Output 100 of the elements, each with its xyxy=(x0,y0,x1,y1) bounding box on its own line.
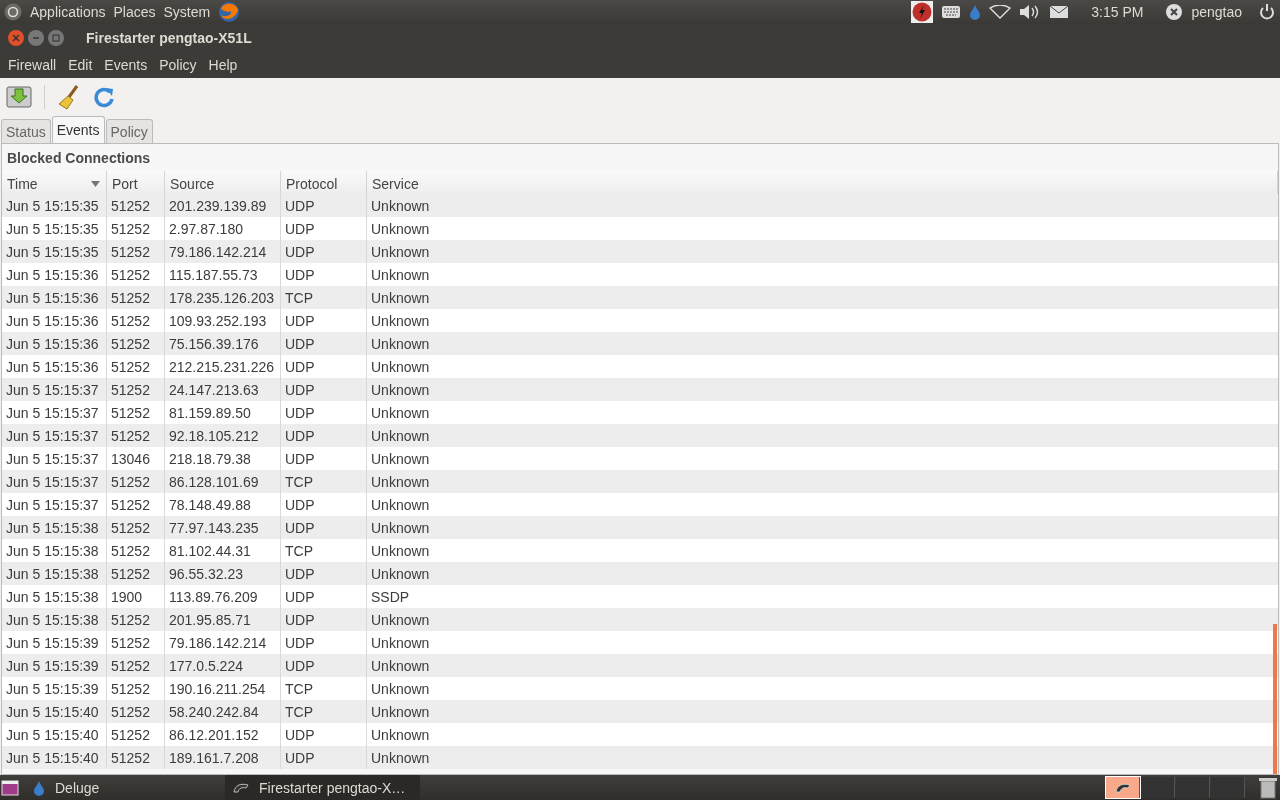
column-header[interactable]: Protocol xyxy=(281,171,367,197)
scrollbar-thumb[interactable] xyxy=(1273,624,1277,774)
table-cell: 78.148.49.88 xyxy=(165,493,281,516)
table-cell: UDP xyxy=(281,447,367,470)
power-icon[interactable] xyxy=(1258,3,1276,21)
table-cell: Jun 5 15:15:38 xyxy=(2,562,107,585)
table-cell: 58.240.242.84 xyxy=(165,700,281,723)
table-cell: 201.239.139.89 xyxy=(165,194,281,217)
table-cell: Jun 5 15:15:36 xyxy=(2,263,107,286)
column-header[interactable]: Service xyxy=(367,171,1278,197)
table-cell: 51252 xyxy=(107,608,165,631)
wifi-icon[interactable] xyxy=(989,5,1012,19)
table-cell: Jun 5 15:15:37 xyxy=(2,447,107,470)
minimize-button[interactable] xyxy=(28,30,44,46)
firestarter-icon xyxy=(233,781,249,794)
table-cell: Jun 5 15:15:37 xyxy=(2,424,107,447)
column-header[interactable]: Source xyxy=(165,171,281,197)
show-desktop-icon[interactable] xyxy=(1,778,19,797)
broom-button[interactable] xyxy=(57,84,81,110)
section-title: Blocked Connections xyxy=(6,148,152,168)
table-cell: 51252 xyxy=(107,470,165,493)
table-cell: 51252 xyxy=(107,217,165,240)
table-cell: Jun 5 15:15:39 xyxy=(2,677,107,700)
panel-menu[interactable]: System xyxy=(163,4,211,20)
table-cell: 51252 xyxy=(107,723,165,746)
table-cell: UDP xyxy=(281,493,367,516)
trash-icon[interactable] xyxy=(1258,776,1278,799)
ubuntu-logo-icon[interactable] xyxy=(4,3,22,21)
table-cell: 201.95.85.71 xyxy=(165,608,281,631)
table-cell: Unknown xyxy=(367,631,1278,654)
menu-item[interactable]: Edit xyxy=(62,57,99,73)
table-cell: Jun 5 15:15:37 xyxy=(2,401,107,424)
menu-item[interactable]: Help xyxy=(202,57,244,73)
column-header[interactable]: Time xyxy=(2,171,107,197)
table-cell: 51252 xyxy=(107,401,165,424)
taskbar-button[interactable]: Deluge xyxy=(25,775,225,800)
maximize-button[interactable] xyxy=(48,30,64,46)
status-x-icon[interactable] xyxy=(1165,3,1184,21)
panel-menu[interactable]: Applications xyxy=(30,4,106,20)
table-cell: 178.235.126.203 xyxy=(165,286,281,309)
window-thumbnail-icon xyxy=(1114,781,1131,794)
table-cell: 190.16.211.254 xyxy=(165,677,281,700)
taskbar-button[interactable]: Firestarter pengtao-X… xyxy=(225,775,420,800)
table-cell: Jun 5 15:15:38 xyxy=(2,585,107,608)
table-cell: 51252 xyxy=(107,700,165,723)
table-cell: Jun 5 15:15:40 xyxy=(2,700,107,723)
table-cell: 51252 xyxy=(107,493,165,516)
table-cell: Jun 5 15:15:40 xyxy=(2,746,107,769)
table-cell: UDP xyxy=(281,263,367,286)
tab[interactable]: Events xyxy=(51,116,105,143)
close-button[interactable] xyxy=(8,30,24,46)
table-cell: 51252 xyxy=(107,631,165,654)
table-cell: SSDP xyxy=(367,585,1278,608)
minus-icon xyxy=(32,34,40,42)
save-button[interactable] xyxy=(6,85,32,109)
keyboard-icon[interactable] xyxy=(941,5,962,19)
table-cell: Jun 5 15:15:38 xyxy=(2,516,107,539)
table-cell: UDP xyxy=(281,631,367,654)
table-cell: 115.187.55.73 xyxy=(165,263,281,286)
table-cell: UDP xyxy=(281,562,367,585)
tab[interactable]: Status xyxy=(1,119,51,143)
table-cell: Unknown xyxy=(367,240,1278,263)
column-label: Port xyxy=(112,175,138,192)
table-cell: Jun 5 15:15:37 xyxy=(2,378,107,401)
table-cell: 81.102.44.31 xyxy=(165,539,281,562)
menu-item[interactable]: Firewall xyxy=(2,57,63,73)
table-cell: UDP xyxy=(281,585,367,608)
mail-envelope-icon[interactable] xyxy=(1049,5,1070,19)
user-name[interactable]: pengtao xyxy=(1191,4,1242,20)
table-cell: UDP xyxy=(281,516,367,539)
clock[interactable]: 3:15 PM xyxy=(1091,4,1144,20)
table-cell: Unknown xyxy=(367,539,1278,562)
column-header[interactable]: Port xyxy=(107,171,165,197)
table-cell: Jun 5 15:15:36 xyxy=(2,286,107,309)
table-cell: 92.18.105.212 xyxy=(165,424,281,447)
panel-menu[interactable]: Places xyxy=(113,4,156,20)
table-cell: Unknown xyxy=(367,355,1278,378)
table-cell: Unknown xyxy=(367,608,1278,631)
table-cell: Jun 5 15:15:39 xyxy=(2,654,107,677)
table-cell: 212.215.231.226 xyxy=(165,355,281,378)
lightning-badge-icon[interactable] xyxy=(911,1,934,23)
table-cell: Unknown xyxy=(367,447,1278,470)
table-cell: Unknown xyxy=(367,401,1278,424)
table-cell: UDP xyxy=(281,608,367,631)
refresh-button[interactable] xyxy=(93,86,115,108)
table-cell: Jun 5 15:15:40 xyxy=(2,723,107,746)
table-cell: UDP xyxy=(281,378,367,401)
table-cell: 51252 xyxy=(107,332,165,355)
workspace-button[interactable] xyxy=(1106,777,1140,798)
column-label: Time xyxy=(7,175,38,192)
table-cell: Unknown xyxy=(367,194,1278,217)
table-cell: UDP xyxy=(281,194,367,217)
menu-item[interactable]: Events xyxy=(98,57,154,73)
browser-globe-icon[interactable] xyxy=(218,1,241,23)
table-cell: TCP xyxy=(281,470,367,493)
menu-item[interactable]: Policy xyxy=(153,57,203,73)
table-cell: 2.97.87.180 xyxy=(165,217,281,240)
table-cell: Jun 5 15:15:35 xyxy=(2,194,107,217)
tab[interactable]: Policy xyxy=(105,119,153,143)
table-cell: 113.89.76.209 xyxy=(165,585,281,608)
